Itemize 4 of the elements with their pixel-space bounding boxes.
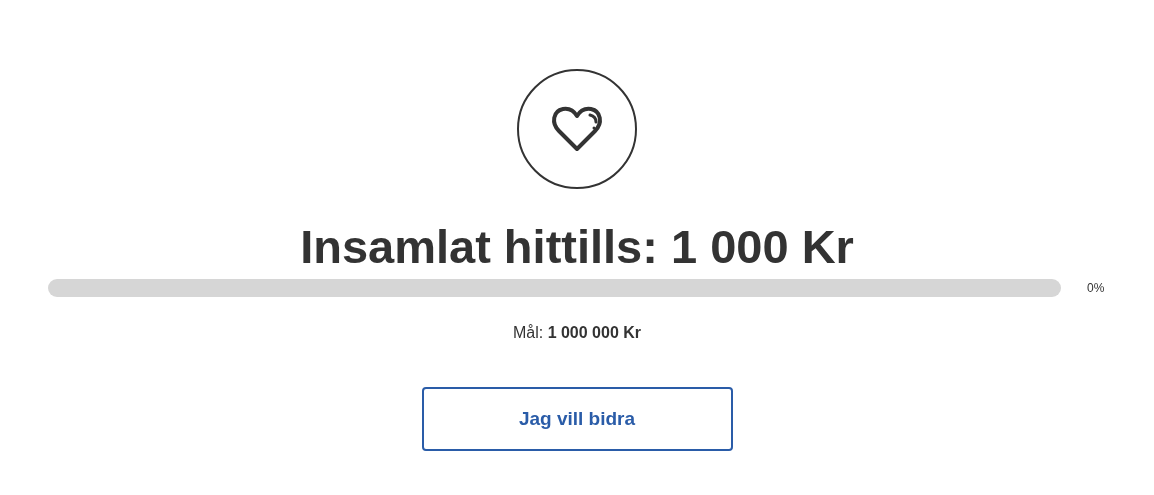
heading: Insamlat hittills: 1 000 Kr <box>300 219 854 275</box>
goal-text: Mål: 1 000 000 Kr <box>512 323 642 343</box>
contribute-button[interactable]: Jag vill bidra <box>421 387 733 451</box>
progress-percent: 0% <box>1087 280 1105 297</box>
